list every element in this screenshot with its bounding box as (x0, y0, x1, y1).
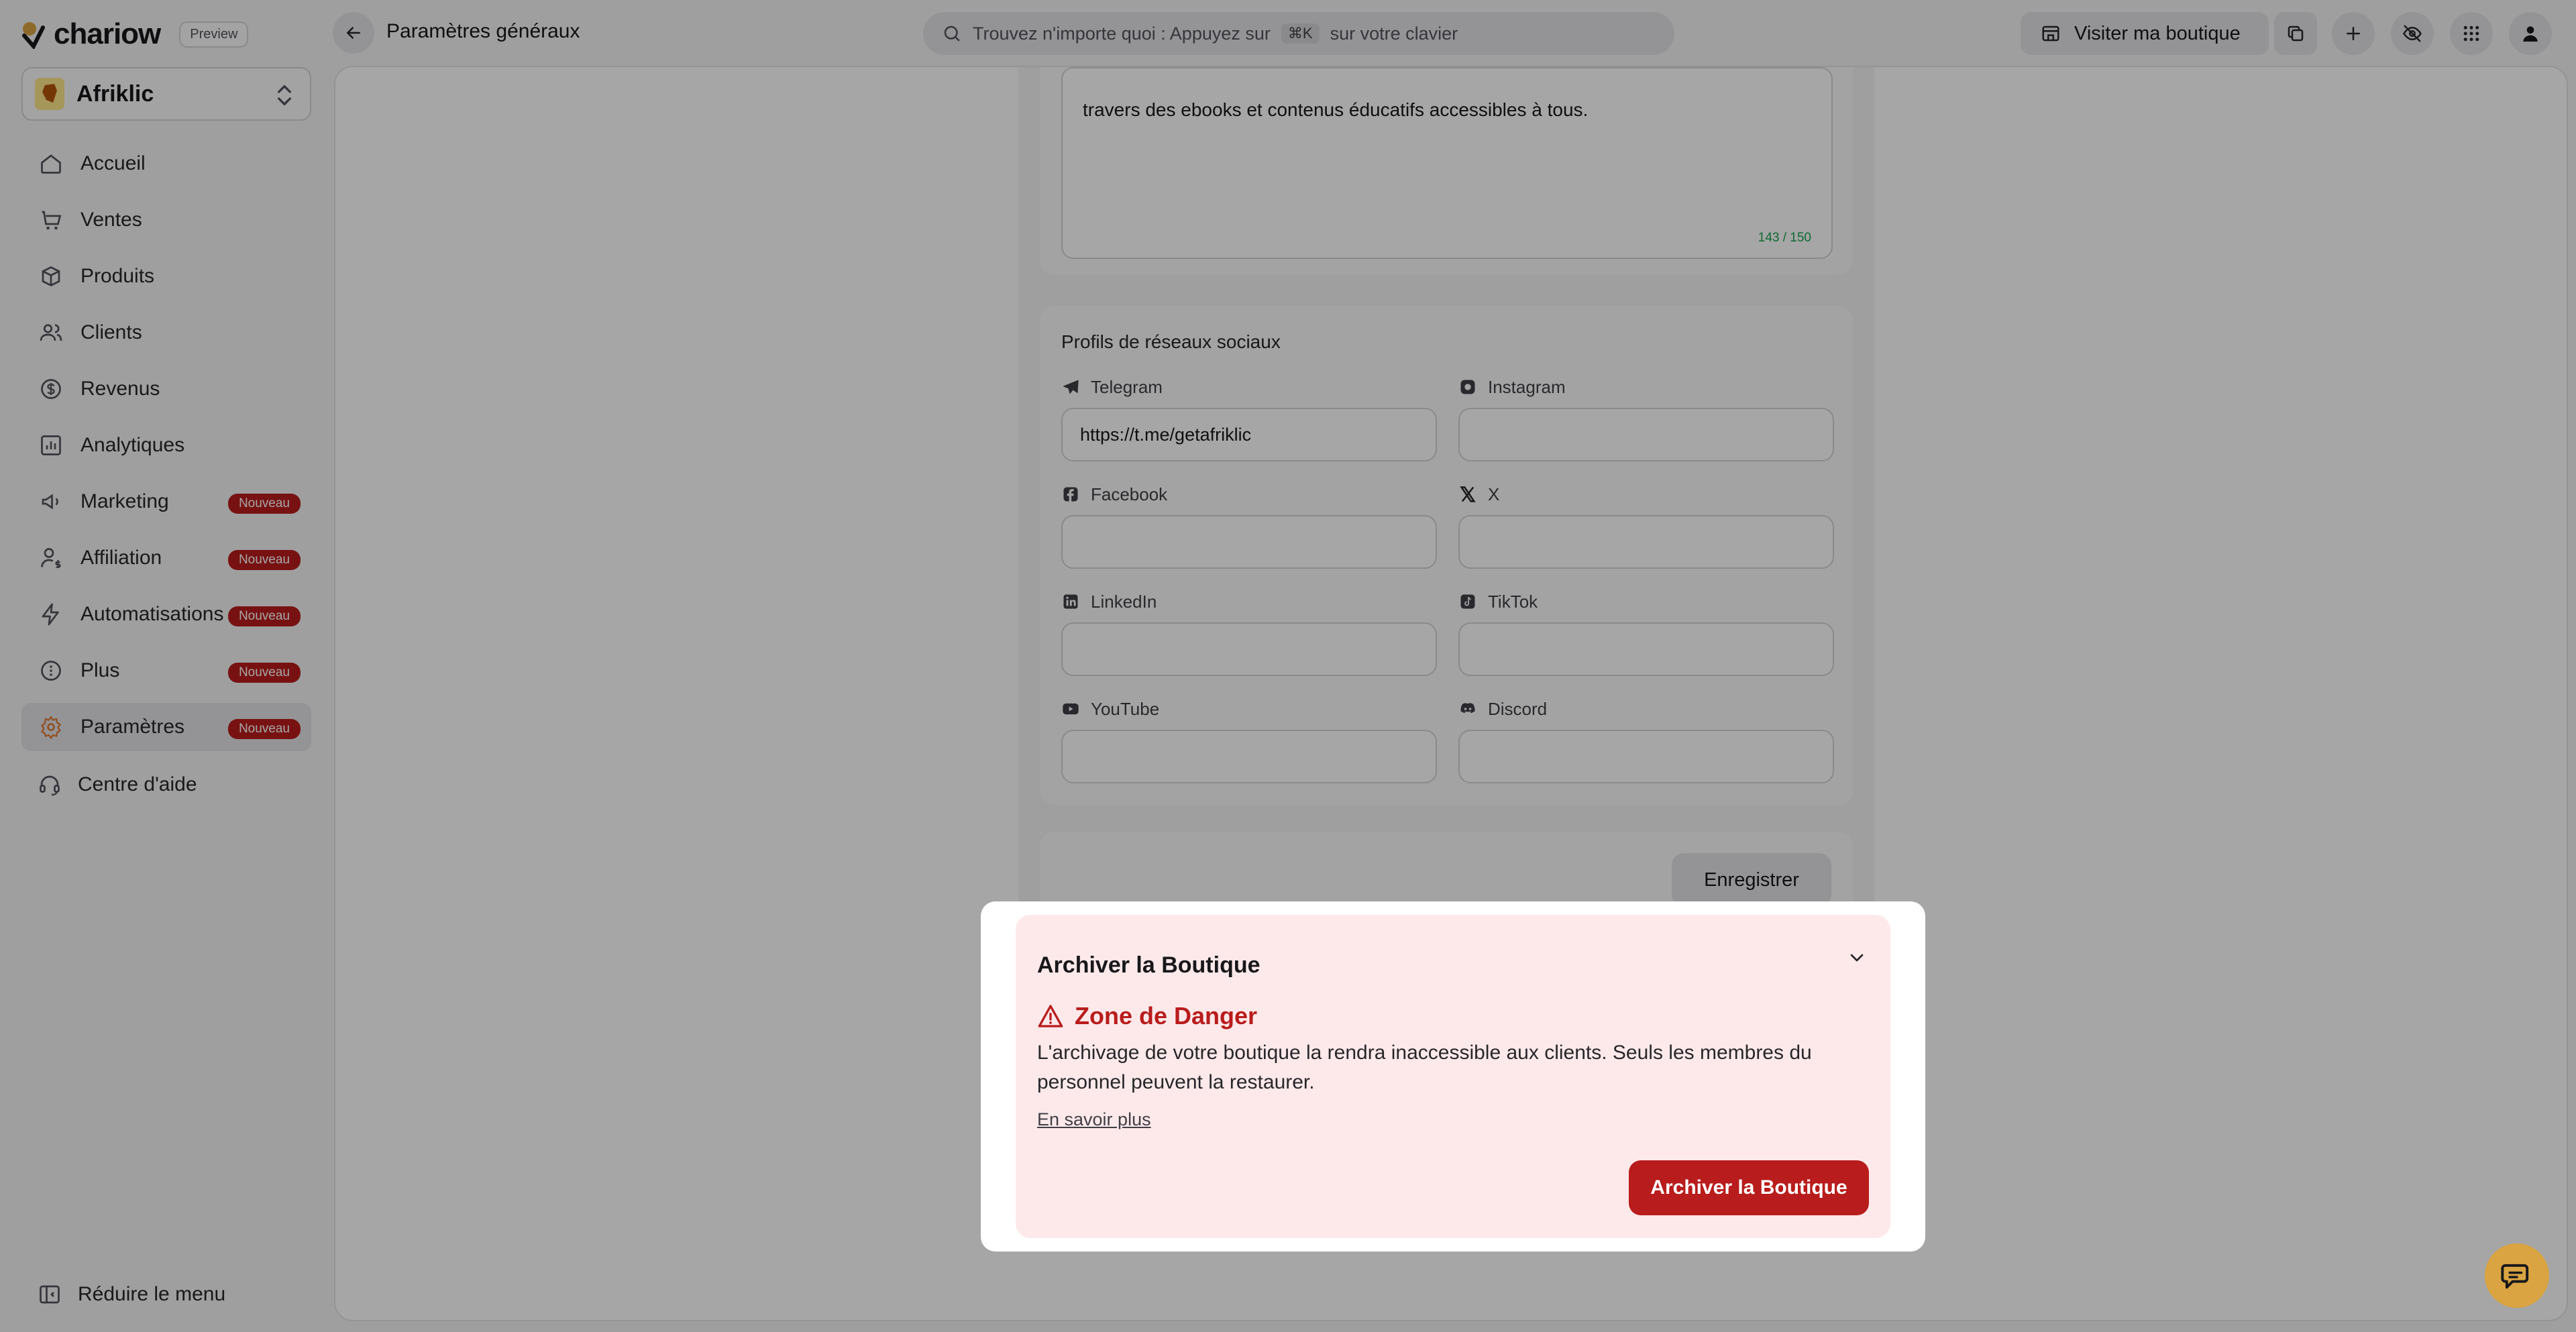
learn-more-link[interactable]: En savoir plus (1037, 1109, 1151, 1130)
warning-icon (1038, 1005, 1063, 1028)
archive-section-title: Archiver la Boutique (1037, 952, 1260, 978)
support-chat-button[interactable] (2485, 1243, 2549, 1308)
danger-zone-description: L'archivage de votre boutique la rendra … (1037, 1042, 1812, 1093)
chat-icon (2501, 1264, 2529, 1289)
archive-store-section: Archiver la Boutique Zone de Danger L'ar… (981, 901, 1925, 1252)
danger-zone-heading: Zone de Danger (1037, 1002, 1257, 1030)
danger-zone-card: Archiver la Boutique Zone de Danger L'ar… (1016, 915, 1890, 1238)
chevron-down-icon[interactable] (1846, 947, 1868, 968)
archive-store-button[interactable]: Archiver la Boutique (1629, 1160, 1869, 1215)
danger-zone-title: Zone de Danger (1075, 1002, 1258, 1030)
